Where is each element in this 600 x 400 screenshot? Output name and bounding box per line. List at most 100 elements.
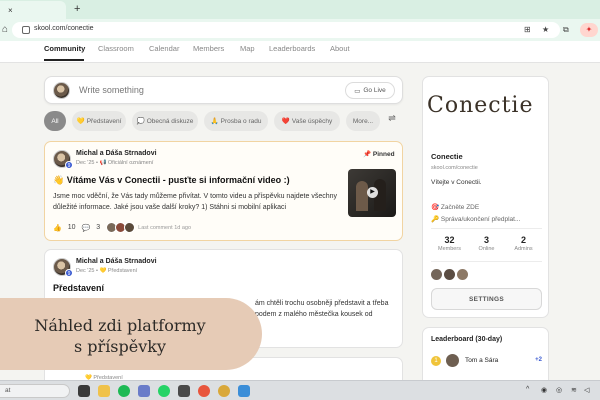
red-heart-icon: ❤️	[281, 118, 290, 125]
caption-overlay: Náhled zdi platformy s příspěvky	[0, 298, 262, 370]
community-sidebar: Conectie Conectie skool.com/conectie Vít…	[422, 76, 549, 318]
nav-about[interactable]: About	[330, 44, 350, 53]
post-title[interactable]: 👋 Vítáme Vás v Conectii - pusťte si info…	[53, 175, 290, 186]
settings-button[interactable]: SETTINGS	[431, 288, 542, 310]
stat-online[interactable]: 3 Online	[468, 235, 505, 252]
photos-icon[interactable]	[178, 385, 190, 397]
filter-label: All	[51, 117, 59, 125]
post-excerpt: ám chtěli trochu osobněji představit a t…	[255, 300, 389, 318]
filter-predstaveni[interactable]: 💛 Představení	[72, 111, 126, 131]
caption-text: Náhled zdi platformy s příspěvky	[0, 315, 240, 357]
home-icon[interactable]: ⌂	[2, 24, 8, 35]
url-input[interactable]: skool.com/conectie ⊞ ★	[12, 22, 560, 38]
nav-community[interactable]: Community	[44, 44, 85, 53]
leaderboard-card: Leaderboard (30-day) 1 Tom a Sára +2	[422, 327, 549, 387]
level-badge: 9	[65, 161, 73, 169]
leaderboard-row[interactable]: 1 Tom a Sára +2	[431, 354, 542, 368]
post-meta: Dec '25 • 💛 Představení	[76, 268, 138, 274]
whatsapp-icon[interactable]	[158, 385, 170, 397]
stat-admins[interactable]: 2 Admins	[505, 235, 542, 252]
video-camera-icon: ▭	[354, 87, 361, 95]
file-explorer-icon[interactable]	[98, 385, 110, 397]
sidebar-link-subscription[interactable]: 🔑 Správa/ukončení předplat...	[431, 215, 520, 223]
sidebar-link-start[interactable]: 🎯 Začněte ZDE	[431, 203, 479, 211]
camera-icon[interactable]	[138, 385, 150, 397]
filter-prosba-o-radu[interactable]: 🙏 Prosba o radu	[204, 111, 268, 131]
user-avatar	[53, 82, 70, 99]
go-live-label: Go Live	[363, 87, 386, 94]
nav-calendar[interactable]: Calendar	[149, 44, 179, 53]
post-body: Jsme moc vděční, že Vás tady můžeme přiv…	[53, 193, 338, 211]
tray-app-icon-2[interactable]: ◎	[556, 386, 562, 394]
community-name: Conectie	[431, 152, 463, 161]
browser-tab[interactable]: ×	[0, 1, 66, 19]
post-author[interactable]: Michal a Dáša Strnadovi	[76, 258, 157, 265]
nav-leaderboards[interactable]: Leaderboards	[269, 44, 315, 53]
go-live-button[interactable]: ▭ Go Live	[345, 82, 395, 99]
comment-count: 3	[96, 224, 101, 231]
taskbar-search[interactable]: at	[0, 384, 70, 398]
like-count: 10	[67, 224, 76, 231]
comment-icon[interactable]: 💬	[82, 224, 91, 232]
url-text: skool.com/conectie	[34, 25, 94, 32]
close-tab-icon[interactable]: ×	[8, 6, 13, 15]
chrome-profile-icon[interactable]	[218, 385, 230, 397]
post-author[interactable]: Michal a Dáša Strnadovi	[76, 150, 157, 157]
like-icon[interactable]: 👍	[53, 224, 62, 232]
nav-map[interactable]: Map	[240, 44, 255, 53]
bookmark-star-icon[interactable]: ★	[542, 25, 549, 34]
divider	[431, 261, 542, 262]
filter-label: Obecná diskuze	[146, 117, 194, 125]
filter-vase-uspechy[interactable]: ❤️ Vaše úspěchy	[274, 111, 340, 131]
caption-line-1: Náhled zdi platformy	[34, 316, 206, 335]
member-avatars[interactable]	[431, 269, 468, 280]
os-taskbar: at ^ ◉ ◎ ≋ ◁	[0, 380, 600, 400]
caption-line-2: s příspěvky	[74, 337, 166, 356]
task-view-icon[interactable]	[78, 385, 90, 397]
divider	[431, 228, 542, 229]
last-comment: Last comment 1d ago	[138, 224, 192, 231]
filter-label: Vaše úspěchy	[291, 117, 333, 125]
translate-icon[interactable]: ⊞	[524, 25, 531, 34]
composer-placeholder[interactable]: Write something	[79, 85, 144, 95]
community-logo: Conectie	[427, 93, 534, 118]
extensions-icon[interactable]: ⧉	[563, 25, 569, 35]
leaderboard-title: Leaderboard (30-day)	[431, 336, 503, 343]
profile-icon[interactable]: ✦	[580, 23, 598, 37]
filter-obecna-diskuze[interactable]: 💭 Obecná diskuze	[132, 111, 198, 131]
app-nav: Community Classroom Calendar Members Map…	[0, 41, 600, 63]
wifi-icon[interactable]: ≋	[571, 386, 577, 394]
post-actions: 👍 10 💬 3 Last comment 1d ago	[53, 222, 197, 233]
filter-more[interactable]: More...	[346, 111, 380, 131]
community-stats: 32 Members 3 Online 2 Admins	[431, 235, 542, 252]
filter-all[interactable]: All	[44, 111, 66, 131]
community-description: Vítejte v Conectii.	[431, 179, 482, 186]
chrome-icon[interactable]	[198, 385, 210, 397]
filter-label: Představení	[86, 117, 122, 125]
stat-members[interactable]: 32 Members	[431, 235, 468, 252]
post-composer[interactable]: Write something ▭ Go Live	[44, 76, 403, 104]
pin-icon: 📌	[363, 151, 372, 158]
pinned-post-card[interactable]: 9 Michal a Dáša Strnadovi Dec '25 • 📢 Of…	[44, 141, 403, 241]
tray-chevron-icon[interactable]: ^	[526, 386, 529, 393]
nav-members[interactable]: Members	[193, 44, 224, 53]
volume-icon[interactable]: ◁	[584, 386, 589, 394]
pray-icon: 🙏	[210, 118, 219, 125]
play-icon[interactable]: ▶	[367, 187, 378, 198]
nav-classroom[interactable]: Classroom	[98, 44, 134, 53]
pinned-label: 📌 Pinned	[363, 151, 395, 158]
leader-points: +2	[535, 357, 542, 363]
video-thumbnail[interactable]: ▶	[348, 169, 396, 217]
site-info-icon[interactable]	[22, 26, 30, 34]
new-tab-button[interactable]: +	[74, 3, 80, 15]
post-meta: Dec '25 • 📢 Oficiální oznámení	[76, 160, 154, 166]
post-title[interactable]: Představení	[53, 283, 104, 293]
leader-name[interactable]: Tom a Sára	[465, 357, 498, 364]
edge-icon[interactable]	[238, 385, 250, 397]
browser-tab-bar: × +	[0, 0, 600, 19]
spotify-icon[interactable]	[118, 385, 130, 397]
address-bar: ⌂ skool.com/conectie ⊞ ★ ⧉ ✦	[0, 19, 600, 41]
tray-app-icon[interactable]: ◉	[541, 386, 547, 394]
sliders-icon[interactable]: ⇌	[384, 113, 400, 129]
community-url[interactable]: skool.com/conectie	[431, 165, 478, 171]
